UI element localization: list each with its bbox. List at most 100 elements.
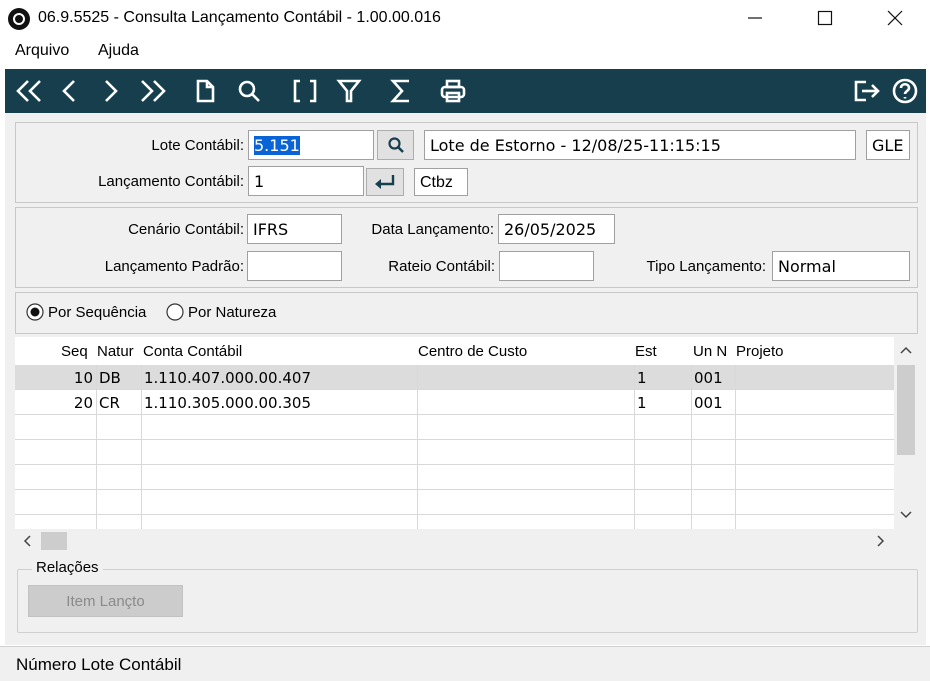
cell-natur: CR bbox=[99, 394, 120, 412]
new-button[interactable] bbox=[185, 69, 225, 113]
menu-ajuda[interactable]: Ajuda bbox=[98, 42, 139, 60]
chevron-down-icon[interactable] bbox=[900, 511, 912, 519]
table-row-empty[interactable] bbox=[15, 465, 894, 490]
cell-seq: 10 bbox=[73, 369, 93, 387]
maximize-button[interactable] bbox=[790, 0, 860, 36]
vertical-scrollbar[interactable] bbox=[894, 337, 918, 529]
filter-icon bbox=[336, 79, 362, 103]
search-button[interactable] bbox=[229, 69, 269, 113]
search-icon bbox=[238, 80, 260, 102]
cell-conta: 1.110.407.000.00.407 bbox=[144, 369, 311, 387]
cell-un: 001 bbox=[694, 369, 723, 387]
column-divider bbox=[417, 365, 418, 529]
last-record-button[interactable] bbox=[133, 69, 173, 113]
vertical-scroll-thumb[interactable] bbox=[897, 365, 915, 455]
toolbar bbox=[5, 69, 926, 113]
print-button[interactable] bbox=[433, 69, 473, 113]
sort-panel bbox=[15, 292, 918, 334]
title-bar: 06.9.5525 - Consulta Lançamento Contábil… bbox=[0, 0, 930, 38]
column-header-projeto[interactable]: Projeto bbox=[736, 337, 784, 365]
radio-por-sequencia[interactable]: Por Sequência bbox=[26, 303, 146, 321]
column-divider bbox=[96, 365, 97, 529]
print-icon bbox=[440, 79, 466, 103]
table-row-empty[interactable] bbox=[15, 415, 894, 440]
exit-button[interactable] bbox=[847, 69, 887, 113]
window-title: 06.9.5525 - Consulta Lançamento Contábil… bbox=[38, 9, 441, 26]
close-button[interactable] bbox=[860, 0, 930, 36]
cenario-field[interactable]: IFRS bbox=[247, 214, 342, 244]
ctbz-button[interactable]: Ctbz bbox=[414, 168, 468, 196]
sum-icon bbox=[390, 79, 409, 103]
chevron-up-icon[interactable] bbox=[900, 346, 912, 354]
item-lancto-button[interactable]: Item Lançto bbox=[28, 585, 183, 617]
new-document-icon bbox=[196, 79, 215, 103]
table-row-empty[interactable] bbox=[15, 490, 894, 515]
table-row[interactable]: 10 DB 1.110.407.000.00.407 1 001 bbox=[15, 365, 894, 390]
enter-arrow-icon bbox=[375, 175, 395, 189]
rateio-field[interactable] bbox=[499, 251, 594, 281]
close-icon bbox=[887, 10, 903, 26]
relacoes-title: Relações bbox=[32, 559, 103, 576]
data-lancamento-label: Data Lançamento: bbox=[371, 221, 494, 238]
minimize-button[interactable] bbox=[720, 0, 790, 36]
sum-button[interactable] bbox=[381, 69, 421, 113]
cenario-label: Cenário Contábil: bbox=[128, 221, 244, 238]
previous-record-button[interactable] bbox=[49, 69, 89, 113]
lote-input[interactable]: 5.151 bbox=[248, 130, 374, 160]
status-bar: Número Lote Contábil bbox=[0, 646, 930, 681]
padrao-label: Lançamento Padrão: bbox=[104, 258, 244, 275]
menu-arquivo[interactable]: Arquivo bbox=[15, 42, 69, 60]
cell-est: 1 bbox=[637, 394, 647, 412]
horizontal-scroll-thumb[interactable] bbox=[41, 532, 67, 550]
column-divider bbox=[735, 365, 736, 529]
column-header-seq[interactable]: Seq bbox=[61, 337, 88, 365]
chevron-right-icon[interactable] bbox=[877, 535, 885, 547]
first-record-icon bbox=[16, 80, 41, 102]
column-header-conta[interactable]: Conta Contábil bbox=[143, 337, 242, 365]
status-text: Número Lote Contábil bbox=[16, 655, 182, 674]
filter-button[interactable] bbox=[329, 69, 369, 113]
minimize-icon bbox=[748, 17, 762, 19]
chevron-left-icon[interactable] bbox=[23, 535, 31, 547]
radio-por-natureza[interactable]: Por Natureza bbox=[166, 303, 276, 321]
tipo-label: Tipo Lançamento: bbox=[646, 258, 766, 275]
brackets-button[interactable] bbox=[285, 69, 325, 113]
column-divider bbox=[691, 365, 692, 529]
padrao-field[interactable] bbox=[247, 251, 342, 281]
first-record-button[interactable] bbox=[9, 69, 49, 113]
exit-icon bbox=[854, 80, 880, 102]
lancamento-input[interactable]: 1 bbox=[248, 166, 364, 196]
column-header-natur[interactable]: Natur bbox=[97, 337, 134, 365]
previous-record-icon bbox=[62, 80, 75, 102]
lote-code: GLE bbox=[866, 130, 910, 160]
entries-grid[interactable]: Seq Natur Conta Contábil Centro de Custo… bbox=[15, 337, 918, 529]
cell-un: 001 bbox=[694, 394, 723, 412]
rateio-label: Rateio Contábil: bbox=[388, 258, 495, 275]
search-icon bbox=[387, 137, 404, 153]
tipo-field[interactable]: Normal bbox=[772, 251, 910, 281]
cell-est: 1 bbox=[637, 369, 647, 387]
menu-bar: Arquivo Ajuda bbox=[0, 38, 930, 66]
cell-natur: DB bbox=[99, 369, 121, 387]
column-divider bbox=[141, 365, 142, 529]
data-lancamento-field[interactable]: 26/05/2025 bbox=[498, 214, 615, 244]
radio-label: Por Natureza bbox=[188, 303, 277, 321]
radio-unselected-icon bbox=[166, 303, 184, 321]
column-header-est[interactable]: Est bbox=[635, 337, 657, 365]
next-record-button[interactable] bbox=[91, 69, 131, 113]
cell-conta: 1.110.305.000.00.305 bbox=[144, 394, 311, 412]
lote-description: Lote de Estorno - 12/08/25-11:15:15 bbox=[424, 130, 856, 160]
table-row-empty[interactable] bbox=[15, 440, 894, 465]
help-button[interactable] bbox=[885, 69, 925, 113]
horizontal-scrollbar[interactable] bbox=[15, 529, 918, 553]
help-icon bbox=[892, 78, 918, 104]
next-record-icon bbox=[105, 80, 118, 102]
table-row[interactable]: 20 CR 1.110.305.000.00.305 1 001 bbox=[15, 390, 894, 415]
column-header-un[interactable]: Un N bbox=[693, 337, 727, 365]
lote-search-button[interactable] bbox=[377, 130, 414, 160]
column-header-centro-custo[interactable]: Centro de Custo bbox=[418, 337, 527, 365]
brackets-icon bbox=[293, 79, 317, 103]
column-divider bbox=[634, 365, 635, 529]
radio-label: Por Sequência bbox=[48, 303, 147, 321]
enter-button[interactable] bbox=[366, 168, 404, 196]
